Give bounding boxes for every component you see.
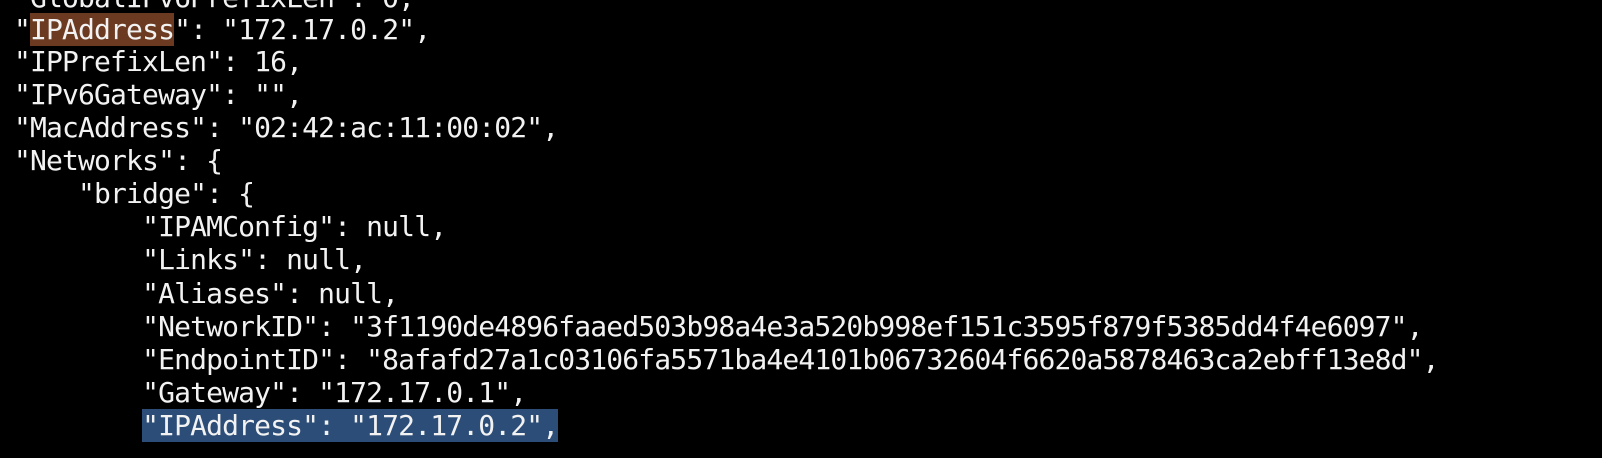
output-line: "IPv6Gateway": "",	[14, 78, 303, 112]
output-line: "IPPrefixLen": 16,	[14, 45, 303, 79]
output-line: "EndpointID": "8afafd27a1c03106fa5571ba4…	[14, 343, 1439, 377]
output-line: "Gateway": "172.17.0.1",	[14, 376, 527, 410]
output-line: "IPAddress": "172.17.0.2",	[14, 13, 431, 47]
output-line: "IPAMConfig": null,	[14, 210, 447, 244]
output-line: "NetworkID": "3f1190de4896faaed503b98a4e…	[14, 310, 1423, 344]
line-text: "GlobalIPv6PrefixLen": 0,	[14, 0, 415, 14]
line-text: "Networks": {	[14, 144, 223, 177]
line-text: "Links": null,	[142, 243, 367, 276]
output-line: "Networks": {	[14, 144, 223, 178]
terminal-output[interactable]: "GlobalIPv6PrefixLen": 0, "IPAddress": "…	[0, 0, 1602, 458]
line-text: "IPPrefixLen": 16,	[14, 45, 303, 78]
output-line: "MacAddress": "02:42:ac:11:00:02",	[14, 111, 559, 145]
line-text: "Aliases": null,	[142, 277, 399, 310]
line-text-before: "	[14, 13, 31, 46]
output-line: "Links": null,	[14, 243, 367, 277]
line-text: "EndpointID": "8afafd27a1c03106fa5571ba4…	[142, 343, 1439, 376]
line-text-after: ": "172.17.0.2",	[174, 13, 431, 46]
search-match-highlight: IPAddress	[30, 13, 175, 46]
line-text: "MacAddress": "02:42:ac:11:00:02",	[14, 111, 559, 144]
line-text: "IPv6Gateway": "",	[14, 78, 303, 111]
text-selection-highlight[interactable]: "IPAddress": "172.17.0.2",	[142, 409, 559, 442]
line-text: "Gateway": "172.17.0.1",	[142, 376, 527, 409]
line-text: "NetworkID": "3f1190de4896faaed503b98a4e…	[142, 310, 1423, 343]
output-line: "Aliases": null,	[14, 277, 399, 311]
output-line: "IPAddress": "172.17.0.2",	[14, 409, 559, 443]
line-text: "IPAMConfig": null,	[142, 210, 447, 243]
output-line: "bridge": {	[14, 177, 255, 211]
line-text: "bridge": {	[78, 177, 255, 210]
